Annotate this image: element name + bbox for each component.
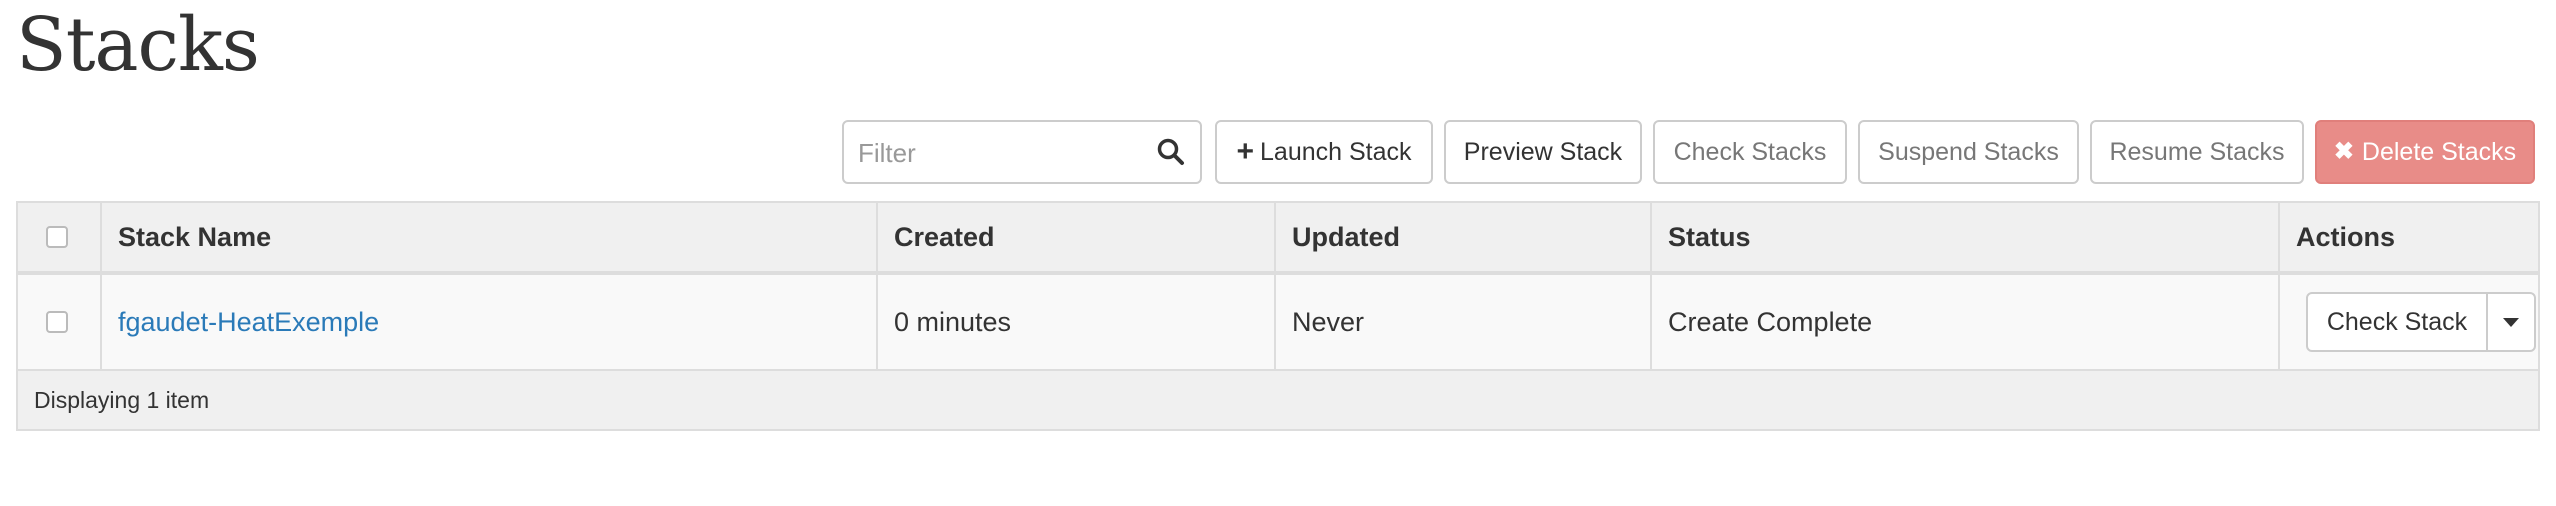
table-toolbar: + Launch Stack Preview Stack Check Stack… [0, 120, 2556, 184]
check-stack-button[interactable]: Check Stack [2306, 292, 2488, 352]
column-header-stack-name[interactable]: Stack Name [102, 203, 878, 271]
status-value: Create Complete [1668, 306, 1873, 337]
suspend-stacks-button[interactable]: Suspend Stacks [1858, 120, 2079, 184]
preview-stack-label: Preview Stack [1463, 137, 1623, 166]
column-header-label: Stack Name [118, 221, 272, 252]
search-icon[interactable] [1156, 137, 1186, 167]
updated-cell: Never [1276, 275, 1652, 369]
filter-group [842, 120, 1202, 184]
resume-stacks-label: Resume Stacks [2109, 137, 2285, 166]
resume-stacks-button[interactable]: Resume Stacks [2090, 120, 2304, 184]
check-stacks-label: Check Stacks [1673, 137, 1827, 166]
column-header-created[interactable]: Created [878, 203, 1276, 271]
column-header-label: Created [894, 221, 995, 252]
status-cell: Create Complete [1652, 275, 2280, 369]
item-count: Displaying 1 item [34, 386, 210, 413]
delete-stacks-label: Delete Stacks [2361, 137, 2517, 166]
column-header-updated[interactable]: Updated [1276, 203, 1652, 271]
plus-icon: + [1236, 135, 1255, 168]
preview-stack-button[interactable]: Preview Stack [1444, 120, 1642, 184]
filter-input[interactable] [856, 122, 1140, 184]
page-title: Stacks [16, 2, 260, 88]
column-header-status[interactable]: Status [1652, 203, 2280, 271]
column-header-label: Status [1668, 221, 1751, 252]
delete-stacks-button[interactable]: ✖ Delete Stacks [2315, 120, 2535, 184]
times-icon: ✖ [2333, 138, 2354, 165]
table-row: fgaudet-HeatExemple 0 minutes Never Crea… [18, 275, 2538, 371]
select-all-checkbox[interactable] [46, 226, 68, 248]
row-actions-dropdown-toggle[interactable] [2486, 292, 2536, 352]
suspend-stacks-label: Suspend Stacks [1878, 137, 2059, 166]
select-all-cell [18, 203, 102, 271]
updated-value: Never [1292, 306, 1365, 337]
stack-name-cell: fgaudet-HeatExemple [102, 275, 878, 369]
created-value: 0 minutes [894, 306, 1012, 337]
stack-name-link[interactable]: fgaudet-HeatExemple [118, 307, 379, 338]
column-header-actions: Actions [2280, 203, 2538, 271]
row-action-group: Check Stack [2306, 292, 2536, 352]
launch-stack-label: Launch Stack [1260, 137, 1412, 166]
row-checkbox[interactable] [46, 311, 68, 333]
check-stacks-button[interactable]: Check Stacks [1653, 120, 1847, 184]
stacks-table: Stack Name Created Updated Status Action… [16, 201, 2540, 431]
table-footer: Displaying 1 item [18, 371, 2538, 429]
table-header: Stack Name Created Updated Status Action… [18, 203, 2538, 275]
created-cell: 0 minutes [878, 275, 1276, 369]
caret-down-icon [2503, 317, 2519, 327]
column-header-label: Actions [2296, 221, 2396, 252]
column-header-label: Updated [1292, 221, 1400, 252]
row-select-cell [18, 275, 102, 369]
launch-stack-button[interactable]: + Launch Stack [1215, 120, 1433, 184]
